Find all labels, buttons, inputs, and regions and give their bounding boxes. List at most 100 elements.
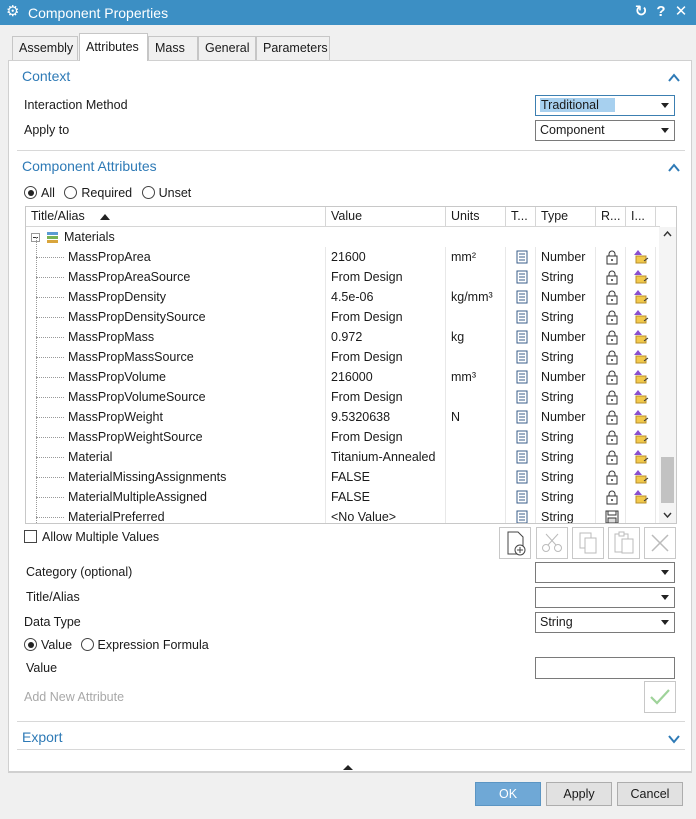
cell-t: [506, 467, 536, 487]
cell-units: [446, 267, 506, 287]
cancel-button[interactable]: Cancel: [617, 782, 683, 806]
radio-expression[interactable]: [80, 638, 94, 651]
chevron-down-icon: [661, 570, 669, 575]
col-title-alias[interactable]: Title/Alias: [26, 207, 326, 227]
text-doc-icon: [516, 290, 528, 304]
cell-units: kg: [446, 327, 506, 347]
table-row[interactable]: MassPropVolumeSource From Design String: [26, 387, 660, 407]
cell-type: String: [536, 387, 596, 407]
allow-multiple-values[interactable]: Allow Multiple Values: [24, 530, 159, 544]
cell-units: mm³: [446, 367, 506, 387]
lock-icon: [606, 290, 618, 305]
radio-unset[interactable]: [141, 186, 155, 199]
apply-to-select[interactable]: Component: [535, 120, 675, 141]
table-row[interactable]: MassPropArea 21600 mm² Number: [26, 247, 660, 267]
cell-units: [446, 467, 506, 487]
cell-t: [506, 267, 536, 287]
cell-type: String: [536, 487, 596, 507]
table-row[interactable]: MassPropWeight 9.5320638 N Number: [26, 407, 660, 427]
radio-value[interactable]: [24, 638, 37, 651]
text-doc-icon: [516, 470, 528, 484]
col-r[interactable]: R...: [596, 207, 626, 227]
cell-value: From Design: [326, 307, 446, 327]
inherit-icon: [634, 410, 649, 424]
value-input[interactable]: [535, 657, 675, 679]
col-t[interactable]: T...: [506, 207, 536, 227]
chevron-up-icon[interactable]: [667, 71, 681, 85]
copy-button[interactable]: [572, 527, 604, 559]
table-row[interactable]: MassPropMass 0.972 kg Number: [26, 327, 660, 347]
table-row[interactable]: MassPropVolume 216000 mm³ Number: [26, 367, 660, 387]
cell-r: [596, 407, 626, 427]
table-row[interactable]: MassPropMassSource From Design String: [26, 347, 660, 367]
table-row[interactable]: MassPropDensity 4.5e-06 kg/mm³ Number: [26, 287, 660, 307]
reset-icon[interactable]: ↻: [632, 3, 650, 21]
table-row[interactable]: MaterialMissingAssignments FALSE String: [26, 467, 660, 487]
collapse-dialog-icon[interactable]: [343, 764, 353, 771]
cut-button[interactable]: [536, 527, 568, 559]
filter-all[interactable]: All: [24, 186, 55, 200]
table-row[interactable]: MaterialMultipleAssigned FALSE String: [26, 487, 660, 507]
tree-group-row[interactable]: Materials: [26, 227, 660, 247]
cell-title: MassPropArea: [26, 247, 326, 267]
title-alias-select[interactable]: [535, 587, 675, 608]
delete-button[interactable]: [644, 527, 676, 559]
category-select[interactable]: [535, 562, 675, 583]
chevron-down-icon: [661, 620, 669, 625]
ok-button[interactable]: OK: [475, 782, 541, 806]
context-header[interactable]: Context: [22, 68, 70, 90]
tab-parameters[interactable]: Parameters: [256, 36, 330, 60]
table-row[interactable]: Material Titanium-Annealed String: [26, 447, 660, 467]
close-icon[interactable]: ✕: [672, 3, 690, 21]
value-mode-expression[interactable]: Expression Formula: [80, 638, 209, 652]
col-type[interactable]: Type: [536, 207, 596, 227]
attributes-table[interactable]: Title/Alias Value Units T... Type R... I…: [25, 206, 677, 524]
col-i[interactable]: I...: [626, 207, 656, 227]
cell-title: MassPropWeightSource: [26, 427, 326, 447]
cell-t: [506, 367, 536, 387]
table-row[interactable]: MassPropAreaSource From Design String: [26, 267, 660, 287]
apply-button[interactable]: Apply: [546, 782, 612, 806]
scroll-down-icon[interactable]: [663, 512, 672, 518]
help-icon[interactable]: ?: [652, 3, 670, 21]
chevron-up-icon[interactable]: [667, 161, 681, 175]
export-header[interactable]: Export: [22, 729, 62, 751]
sort-ascending-icon: [100, 214, 110, 220]
interaction-method-select[interactable]: Traditional: [535, 95, 675, 116]
allow-multiple-checkbox[interactable]: [24, 530, 37, 543]
cell-value: FALSE: [326, 467, 446, 487]
table-row[interactable]: MassPropDensitySource From Design String: [26, 307, 660, 327]
cell-t: [506, 347, 536, 367]
tab-attributes[interactable]: Attributes: [79, 33, 148, 61]
filter-unset[interactable]: Unset: [141, 186, 191, 200]
cell-t: [506, 307, 536, 327]
table-row[interactable]: MaterialPreferred <No Value> String: [26, 507, 660, 523]
table-row[interactable]: MassPropWeightSource From Design String: [26, 427, 660, 447]
cell-type: String: [536, 427, 596, 447]
cell-r: [596, 327, 626, 347]
scrollbar-thumb[interactable]: [661, 457, 674, 503]
component-attributes-header[interactable]: Component Attributes: [22, 158, 157, 180]
radio-all[interactable]: [24, 186, 37, 199]
paste-button[interactable]: [608, 527, 640, 559]
col-units[interactable]: Units: [446, 207, 506, 227]
add-attribute-button[interactable]: [644, 681, 676, 713]
tab-mass[interactable]: Mass: [148, 36, 198, 60]
cell-i: [626, 327, 656, 347]
checkmark-icon: [650, 689, 670, 705]
table-header: Title/Alias Value Units T... Type R... I…: [26, 207, 660, 227]
value-mode-value[interactable]: Value: [24, 638, 72, 652]
scroll-up-icon[interactable]: [663, 231, 672, 237]
paste-icon: [614, 531, 634, 554]
vertical-scrollbar[interactable]: [659, 227, 676, 523]
tab-general[interactable]: General: [198, 36, 256, 60]
data-type-select[interactable]: String: [535, 612, 675, 633]
col-value[interactable]: Value: [326, 207, 446, 227]
cell-r: [596, 507, 626, 523]
inherit-icon: [634, 310, 649, 324]
tab-assembly[interactable]: Assembly: [12, 36, 78, 60]
chevron-down-icon[interactable]: [667, 732, 681, 746]
filter-required[interactable]: Required: [64, 186, 132, 200]
new-attribute-button[interactable]: [499, 527, 531, 559]
radio-required[interactable]: [64, 186, 78, 199]
